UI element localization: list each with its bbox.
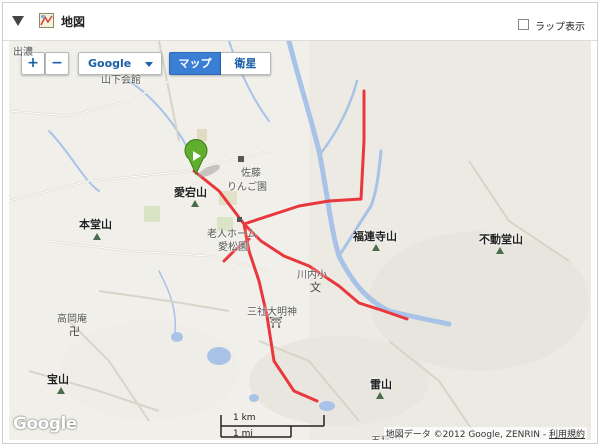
temple-icon: 卍: [69, 325, 80, 338]
mountain-label: 宝山: [47, 373, 69, 386]
place-label: 出濃: [13, 47, 33, 58]
mountain-label: 愛宕山: [174, 186, 207, 199]
scale-bar: 1 km 1 mi: [219, 413, 329, 440]
mountain-label: 福連寺山: [353, 230, 397, 243]
wrap-checkbox[interactable]: [518, 19, 529, 30]
mountain-icon: [496, 247, 504, 254]
tab-satellite[interactable]: 衛星: [221, 52, 271, 75]
google-logo: Google: [13, 414, 77, 434]
scale-mi-label: 1 mi: [233, 429, 253, 439]
mountain-icon: [93, 233, 101, 240]
tab-map[interactable]: マップ: [169, 52, 221, 75]
wrap-checkbox-label: ラップ表示: [535, 22, 585, 33]
zoom-out-button[interactable]: −: [45, 52, 69, 75]
place-label: 愛松園: [218, 242, 248, 253]
mountain-icon: [376, 392, 384, 399]
map-panel: 地図 ラップ表示 + − Google マップ 衛星 出濃 山下会館 佐藤 りん…: [2, 2, 598, 444]
panel-title: 地図: [61, 15, 86, 29]
panel-header: 地図 ラップ表示: [3, 3, 597, 41]
map-attribution: 地図データ ©2012 Google, ZENRIN - 利用規約: [383, 427, 587, 440]
place-label: 佐藤: [241, 168, 261, 179]
school-icon: 文: [310, 281, 321, 294]
map-canvas[interactable]: + − Google マップ 衛星 出濃 山下会館 佐藤 りんご園 愛宕山 老人…: [9, 41, 591, 440]
mountain-icon: [57, 387, 65, 394]
terms-link[interactable]: 利用規約: [549, 430, 585, 440]
chevron-down-icon: [145, 62, 153, 67]
map-app-icon: [39, 13, 54, 28]
mountain-icon: [372, 244, 380, 251]
mountain-label: 本堂山: [79, 218, 112, 231]
mountain-label: 不動堂山: [479, 233, 523, 246]
provider-label: Google: [88, 57, 132, 70]
place-label: 山下会館: [101, 75, 141, 86]
place-label: りんご園: [227, 182, 267, 193]
collapse-triangle-icon[interactable]: [12, 16, 24, 26]
mountain-label: 雷山: [370, 378, 392, 391]
scale-km-label: 1 km: [233, 413, 256, 423]
mountain-icon: [191, 200, 199, 207]
shrine-icon: ⛩: [269, 316, 283, 329]
attribution-text: 地図データ ©2012 Google, ZENRIN -: [385, 430, 549, 440]
